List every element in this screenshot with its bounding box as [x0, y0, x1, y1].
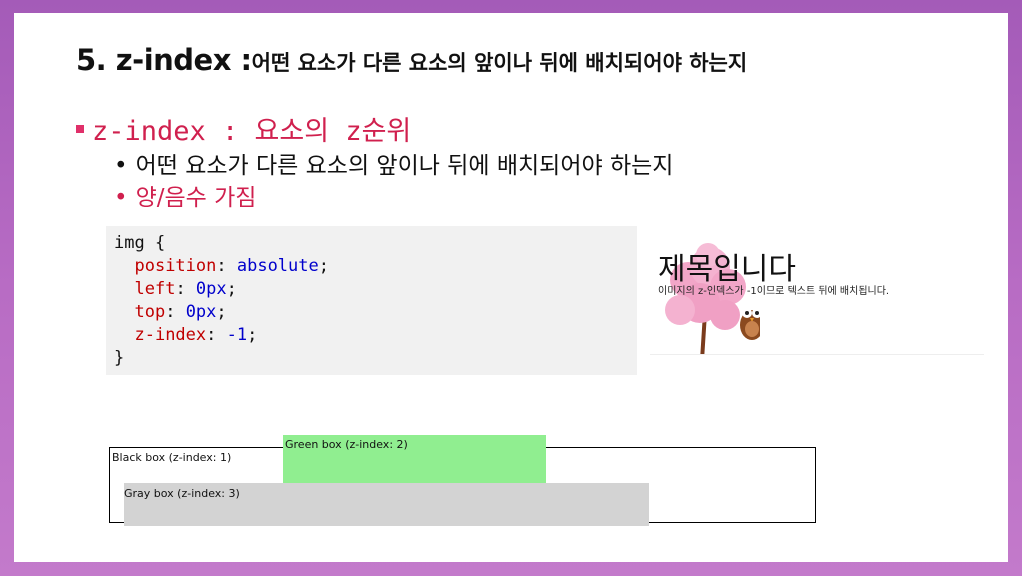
- code-prop: z-index: [134, 325, 207, 345]
- dot-bullet-icon: •: [114, 185, 128, 211]
- code-prop: top: [134, 302, 166, 322]
- z-index-demo: 제목입니다 이미지의 z-인덱스가 -1이므로 텍스트 뒤에 배치됩니다.: [650, 235, 984, 355]
- code-val: -1: [226, 325, 248, 345]
- code-val: absolute: [236, 256, 319, 276]
- slide-title: 5. z-index :어떤 요소가 다른 요소의 앞이나 뒤에 배치되어야 하…: [76, 43, 747, 77]
- sub-bullet-2: • 양/음수 가짐: [114, 178, 256, 212]
- main-bullet: z-index : 요소의 z순위: [76, 109, 411, 148]
- title-description: 어떤 요소가 다른 요소의 앞이나 뒤에 배치되어야 하는지: [251, 51, 748, 75]
- square-bullet-icon: [76, 124, 84, 133]
- code-prop: position: [134, 256, 217, 276]
- green-box: Green box (z-index: 2): [283, 435, 546, 484]
- code-close: }: [114, 348, 125, 368]
- box-stack-demo: Black box (z-index: 1) Green box (z-inde…: [109, 433, 829, 533]
- gray-box: Gray box (z-index: 3): [124, 483, 649, 526]
- sub-bullet-1-text: 어떤 요소가 다른 요소의 앞이나 뒤에 배치되어야 하는지: [135, 153, 674, 179]
- main-bullet-text: z-index : 요소의 z순위: [92, 116, 412, 147]
- code-block: img { position: absolute; left: 0px; top…: [106, 226, 637, 375]
- sub-bullet-1: • 어떤 요소가 다른 요소의 앞이나 뒤에 배치되어야 하는지: [114, 146, 673, 180]
- green-box-label: Green box (z-index: 2): [285, 438, 408, 451]
- code-val: 0px: [185, 302, 217, 322]
- slide: 5. z-index :어떤 요소가 다른 요소의 앞이나 뒤에 배치되어야 하…: [14, 13, 1008, 562]
- code-prop: left: [134, 279, 176, 299]
- code-selector: img {: [114, 233, 166, 253]
- demo-paragraph: 이미지의 z-인덱스가 -1이므로 텍스트 뒤에 배치됩니다.: [658, 286, 890, 297]
- code-val: 0px: [195, 279, 227, 299]
- gray-box-label: Gray box (z-index: 3): [124, 487, 240, 500]
- black-box-label: Black box (z-index: 1): [112, 451, 232, 464]
- sub-bullet-2-text: 양/음수 가짐: [135, 185, 257, 211]
- title-main: 5. z-index :: [76, 43, 252, 77]
- dot-bullet-icon: •: [114, 153, 128, 179]
